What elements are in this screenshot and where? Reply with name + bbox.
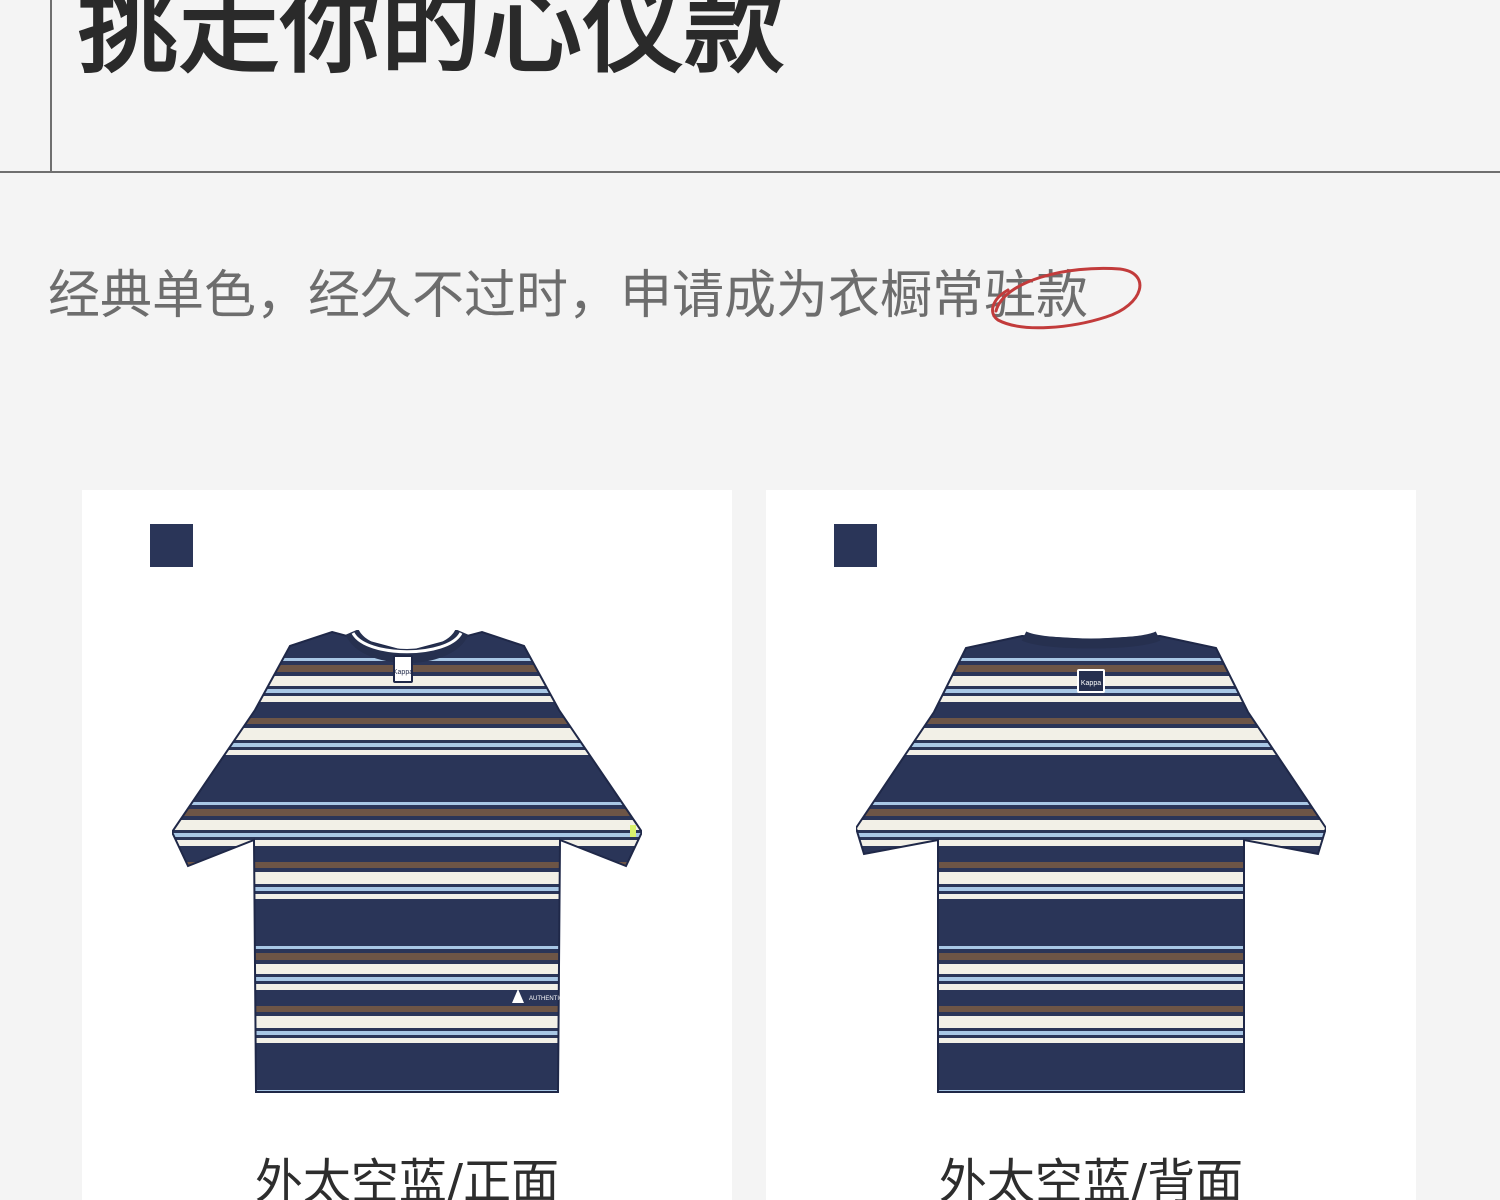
page-title: 挑走你的心仪款 [78, 0, 785, 87]
title-vertical-rule [50, 0, 52, 172]
shirt-front-image: Kappa AUTHENTIC [172, 630, 642, 1100]
color-swatch[interactable] [150, 524, 193, 567]
product-caption: 外太空蓝/正面 [254, 1154, 560, 1200]
product-detail-page: 挑走你的心仪款 经典单色，经久不过时，申请成为衣橱常驻款 Kappa AUTHE… [0, 0, 1500, 1200]
svg-text:AUTHENTIC: AUTHENTIC [529, 996, 564, 1002]
svg-text:Kappa: Kappa [1081, 680, 1101, 687]
product-card-back[interactable]: Kappa 外太空蓝/背面 [766, 490, 1416, 1200]
shirt-back-icon: Kappa [856, 631, 1326, 1093]
product-caption: 外太空蓝/背面 [938, 1154, 1244, 1200]
color-swatch[interactable] [834, 524, 877, 567]
shirt-back-image: Kappa [856, 630, 1326, 1100]
title-horizontal-rule [0, 171, 1500, 173]
subtitle-text: 经典单色，经久不过时，申请成为衣橱常驻款 [48, 269, 1088, 324]
shirt-front-icon: Kappa AUTHENTIC [172, 630, 642, 1093]
subtitle-highlight-text: 常驻款 [932, 266, 1089, 326]
product-card-front[interactable]: Kappa AUTHENTIC 外太空蓝/正面 [82, 490, 732, 1200]
subtitle-main-text: 经典单色，经久不过时，申请成为衣橱 [48, 266, 933, 326]
svg-text:Kappa: Kappa [393, 669, 413, 676]
